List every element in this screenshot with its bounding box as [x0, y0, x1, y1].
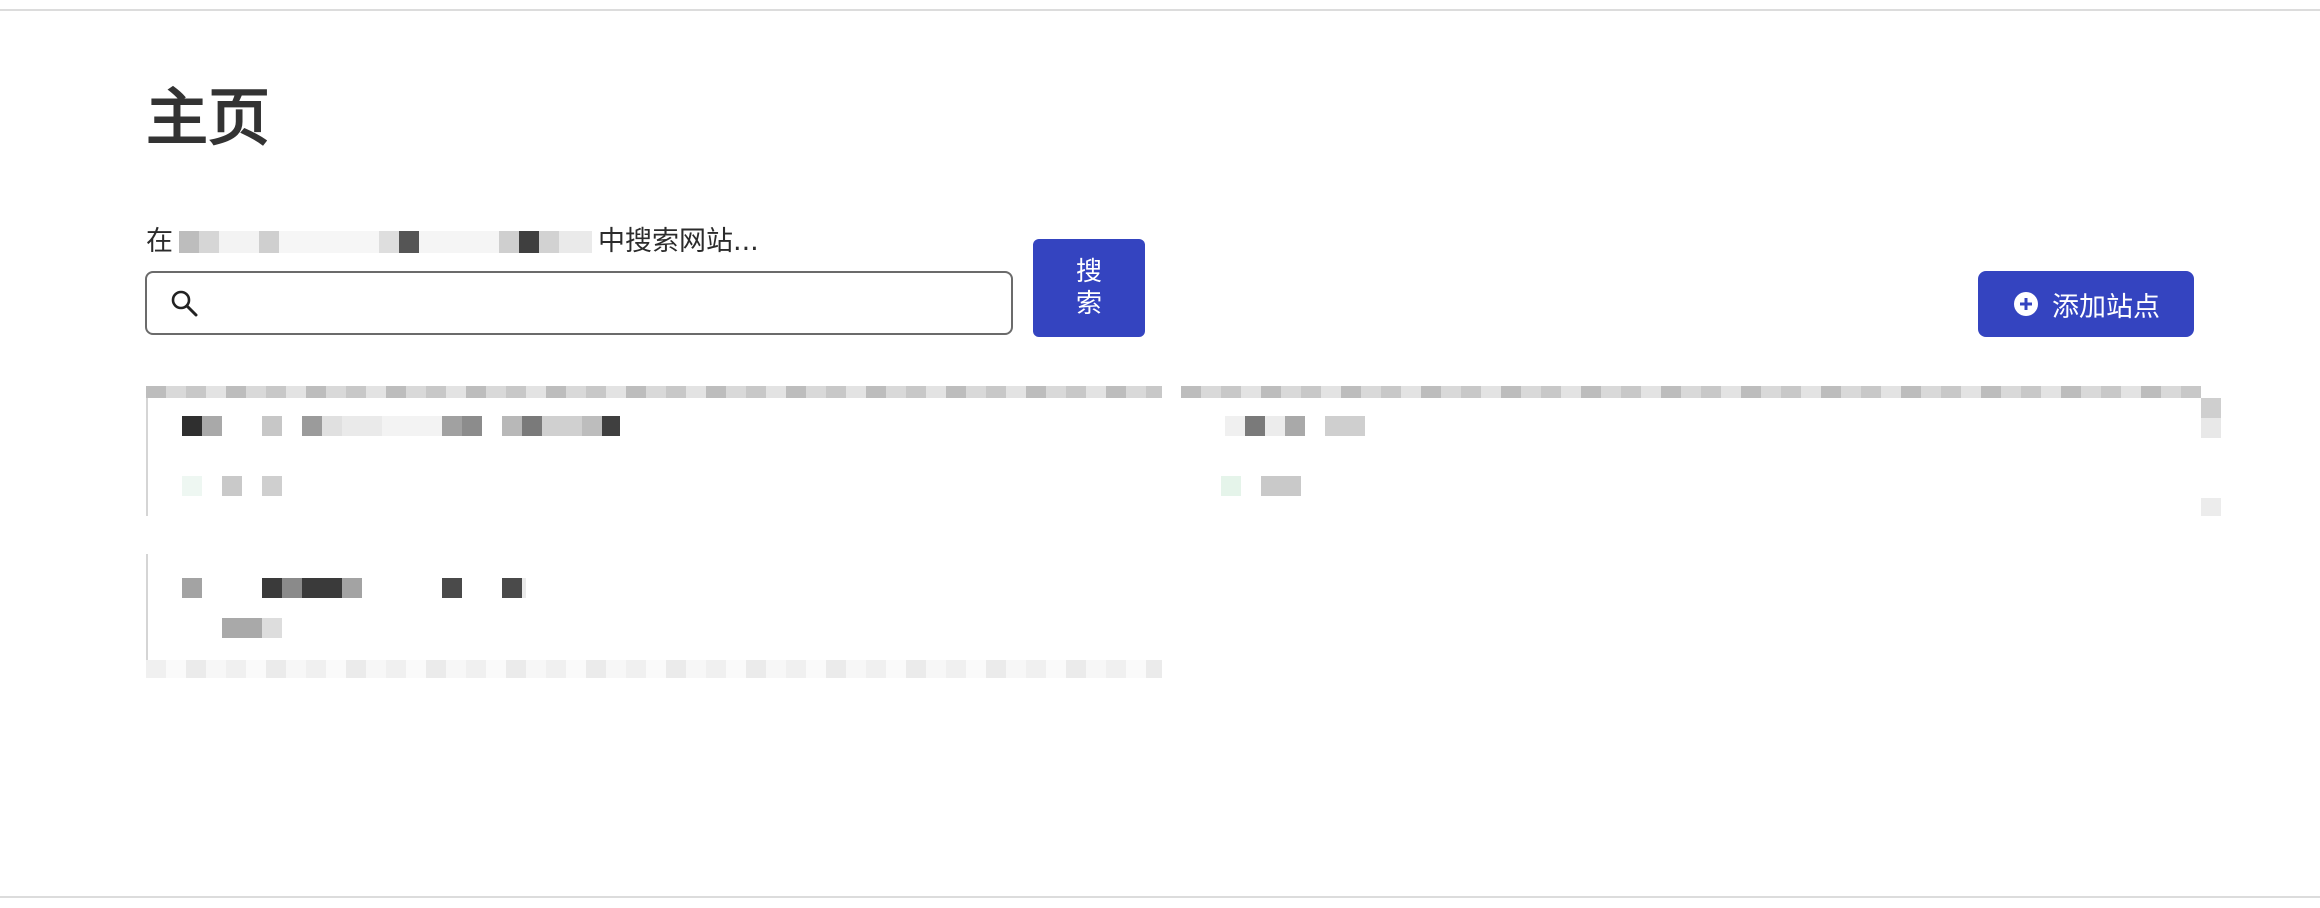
redacted-site-title[interactable]: [1225, 416, 1365, 456]
redacted-site-subtitle: [1221, 476, 1301, 496]
add-site-label: 添加站点: [2052, 291, 2160, 323]
redacted-site-subtitle: [222, 618, 282, 658]
add-site-button[interactable]: 添加站点: [1978, 271, 2194, 337]
card-top-bar: [146, 386, 1162, 398]
redacted-site-subtitle: [182, 476, 282, 496]
card-edge: [146, 398, 148, 516]
search-field[interactable]: [145, 271, 1013, 335]
redacted-site-title[interactable]: [182, 578, 526, 598]
card-top-bar: [1181, 386, 2201, 398]
search-label-prefix: 在: [146, 226, 173, 257]
search-label: 在 中搜索网站...: [146, 224, 759, 260]
search-label-suffix: 中搜索网站...: [598, 226, 759, 257]
plus-circle-icon: [2012, 290, 2040, 318]
card-bottom-bar: [146, 660, 1162, 678]
site-card[interactable]: [146, 542, 1162, 678]
page-title: 主页: [146, 81, 271, 154]
search-icon: [167, 286, 201, 320]
redacted-site-collection-name: [179, 231, 592, 253]
site-card[interactable]: [1181, 386, 2221, 516]
redacted-site-title[interactable]: [182, 416, 620, 456]
bottom-divider: [0, 896, 2320, 898]
card-edge: [2201, 398, 2221, 516]
site-card[interactable]: [146, 386, 1162, 516]
search-button[interactable]: 搜 索: [1033, 239, 1145, 337]
top-divider: [0, 9, 2320, 11]
search-input[interactable]: [201, 273, 1011, 333]
